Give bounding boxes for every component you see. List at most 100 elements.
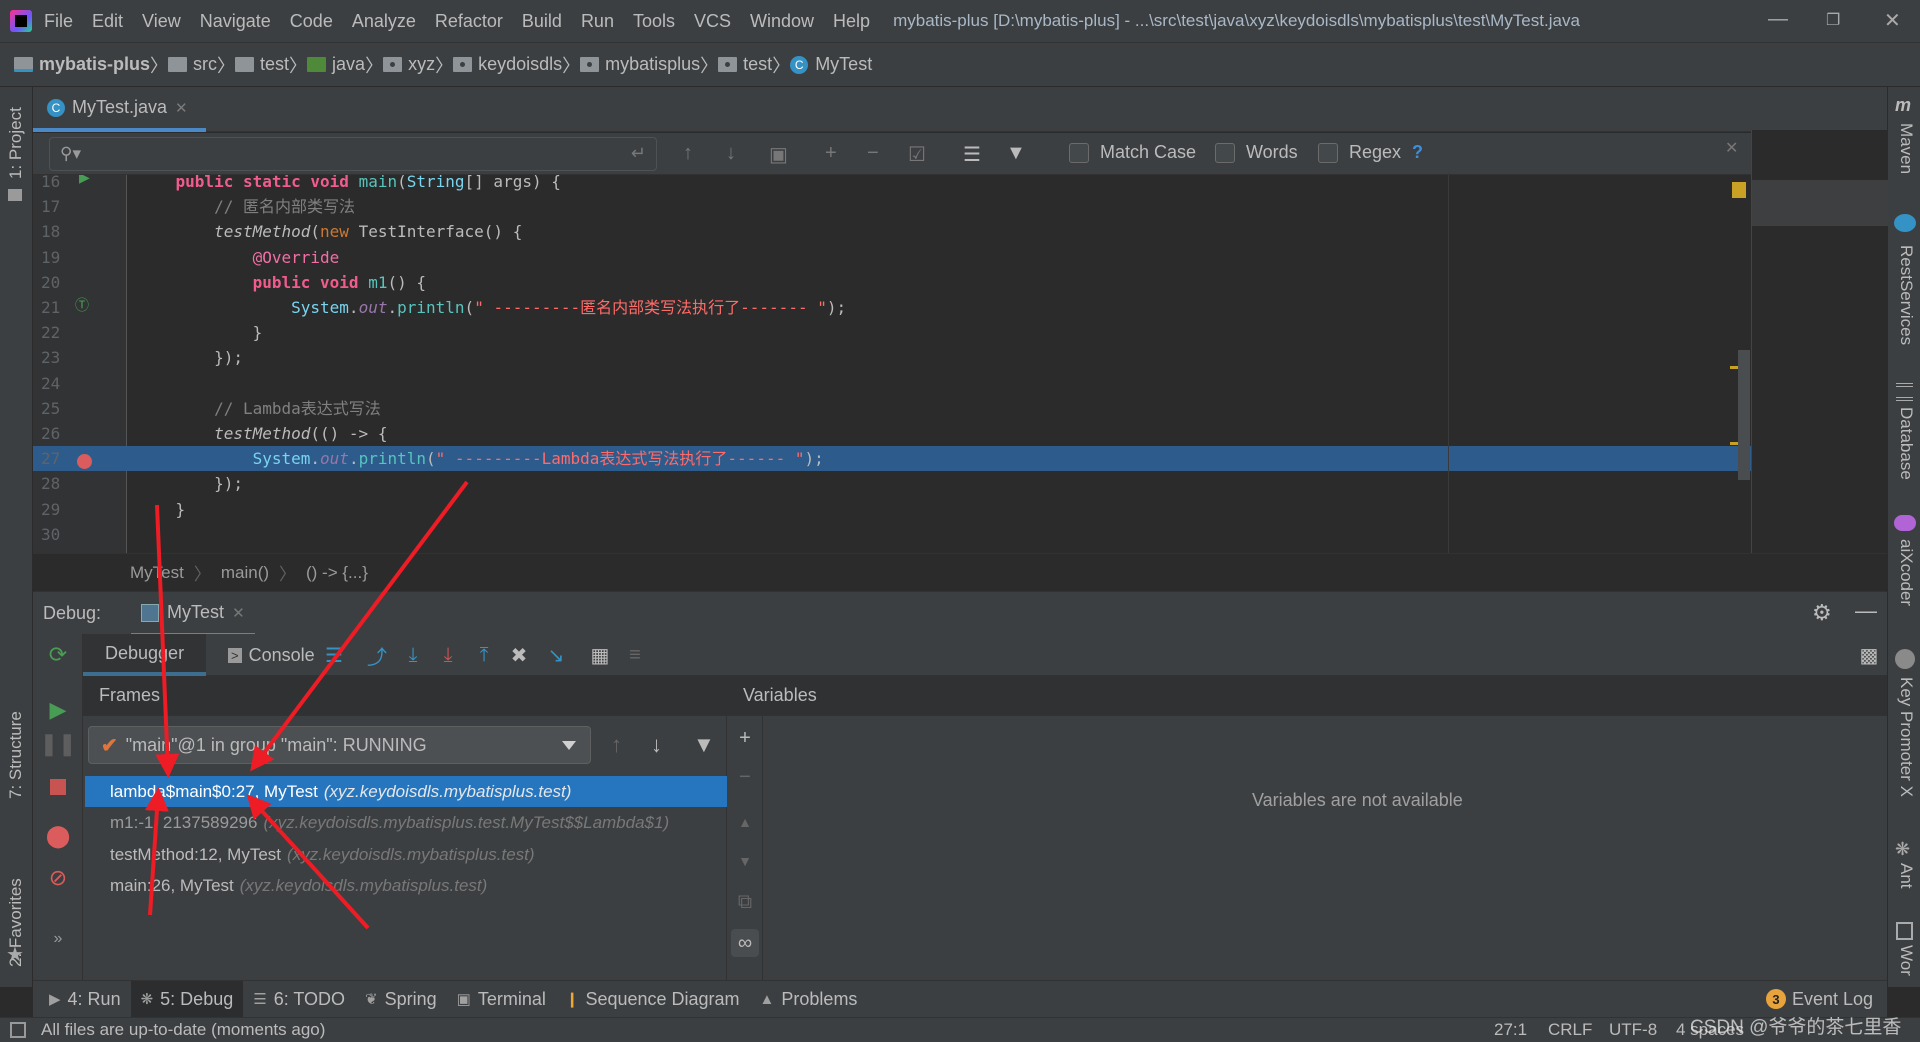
move-watch-up-button[interactable]: ▲	[733, 810, 757, 834]
line-number[interactable]: 25	[41, 396, 71, 421]
filter-icon[interactable]: ▼	[1006, 142, 1026, 165]
search-icon[interactable]: ⚲▾	[60, 144, 81, 164]
remove-occurrence-button[interactable]: −	[867, 142, 879, 165]
breadcrumb-keydoisdls[interactable]: keydoisdls	[453, 54, 562, 75]
filter-options-button[interactable]: ☰	[963, 142, 981, 167]
restore-button[interactable]: ❐	[1826, 10, 1840, 30]
tab-mytest-java[interactable]: C MyTest.java ✕	[33, 87, 206, 132]
next-occurrence-button[interactable]: ↓	[726, 142, 736, 165]
close-find-bar-button[interactable]: ✕	[1725, 138, 1738, 158]
gear-icon[interactable]: ⚙	[1812, 600, 1832, 626]
breadcrumb-java[interactable]: java	[307, 54, 365, 75]
run-to-cursor-button[interactable]: ↘	[545, 644, 567, 667]
code-line[interactable]: 16 public static void main(String[] args…	[33, 175, 1751, 194]
code-line[interactable]: 20 public void m1() {	[33, 270, 1751, 295]
menu-analyze[interactable]: Analyze	[352, 11, 416, 32]
menu-help[interactable]: Help	[833, 11, 870, 32]
line-separator[interactable]: CRLF	[1548, 1020, 1592, 1040]
filter-frames-button[interactable]: ▼	[693, 732, 715, 758]
caret-position[interactable]: 27:1	[1494, 1020, 1527, 1040]
line-number[interactable]: 28	[41, 471, 71, 496]
show-execution-point-button[interactable]: ☰	[323, 644, 345, 667]
aixcoder-tool-button[interactable]: aiXcoder	[1896, 539, 1916, 606]
hide-panel-button[interactable]: —	[1855, 598, 1877, 624]
menu-view[interactable]: View	[142, 11, 181, 32]
code-line[interactable]: 27 System.out.println(" ---------Lambda表…	[33, 446, 1751, 472]
line-number[interactable]: 19	[41, 245, 71, 270]
status-toggle-icon[interactable]	[10, 1022, 26, 1038]
previous-occurrence-button[interactable]: ↑	[683, 142, 693, 165]
menu-navigate[interactable]: Navigate	[200, 11, 271, 32]
menu-refactor[interactable]: Refactor	[435, 11, 503, 32]
line-number[interactable]: 27	[41, 446, 71, 471]
breadcrumb-mybatisplus[interactable]: mybatisplus	[580, 54, 700, 75]
implements-gutter-icon[interactable]: Ⓣ	[75, 295, 89, 315]
line-number[interactable]: 30	[41, 522, 71, 547]
code-line[interactable]: 17 // 匿名内部类写法	[33, 194, 1751, 219]
code-line[interactable]: 18 testMethod(new TestInterface() {	[33, 219, 1751, 244]
line-number[interactable]: 26	[41, 421, 71, 446]
run-tool-button[interactable]: ▶ 4: Run	[39, 981, 131, 1018]
project-tool-button[interactable]: 1: Project	[6, 107, 26, 179]
evaluate-expression-button[interactable]: ▦	[589, 644, 611, 667]
crumb-method[interactable]: main()	[221, 563, 269, 583]
code-minimap[interactable]	[1730, 130, 1888, 553]
stop-debug-button[interactable]	[45, 774, 71, 800]
close-window-button[interactable]: ✕	[1884, 8, 1901, 33]
code-line[interactable]: 30	[33, 522, 1751, 547]
menu-vcs[interactable]: VCS	[694, 11, 731, 32]
breadcrumb-mytest[interactable]: C MyTest	[790, 54, 872, 75]
checkbox-box[interactable]	[1215, 142, 1235, 163]
rerun-button[interactable]: ⟳	[45, 642, 71, 668]
step-into-button[interactable]: ⤓	[402, 644, 424, 666]
sequence-diagram-tool-button[interactable]: ❙ Sequence Diagram	[556, 981, 750, 1018]
regex-help-link[interactable]: ?	[1412, 142, 1423, 163]
restservices-tool-button[interactable]: RestServices	[1896, 245, 1916, 345]
drop-frame-button[interactable]: ✖	[508, 644, 530, 667]
menu-run[interactable]: Run	[581, 11, 614, 32]
line-number[interactable]: 29	[41, 497, 71, 522]
breadcrumb-xyz[interactable]: xyz	[383, 54, 435, 75]
line-number[interactable]: 20	[41, 270, 71, 295]
frame-row[interactable]: testMethod:12, MyTest (xyz.keydoisdls.myb…	[85, 839, 727, 870]
show-watches-toggle[interactable]: ∞	[731, 929, 759, 957]
database-tool-button[interactable]: Database	[1896, 407, 1916, 480]
trace-current-stream-button[interactable]: ≡	[624, 644, 646, 666]
step-over-button[interactable]: ⤴	[366, 644, 388, 669]
menu-file[interactable]: File	[44, 11, 73, 32]
editor-scrollbar[interactable]	[1738, 350, 1750, 480]
menu-code[interactable]: Code	[290, 11, 333, 32]
step-out-button[interactable]: ⤒	[473, 644, 495, 666]
code-line[interactable]: 26 testMethod(() -> {	[33, 421, 1751, 446]
add-occurrence-button[interactable]: +	[825, 142, 837, 165]
code-line[interactable]: 25 // Lambda表达式写法	[33, 396, 1751, 421]
spring-tool-button[interactable]: ❦ Spring	[355, 981, 447, 1018]
todo-tool-button[interactable]: ☰ 6: TODO	[243, 981, 355, 1018]
code-line[interactable]: 19 @Override	[33, 245, 1751, 270]
checkbox-box[interactable]	[1318, 142, 1338, 163]
match-case-checkbox[interactable]: Match Case	[1069, 142, 1196, 163]
view-breakpoints-button[interactable]: ⬤	[45, 823, 71, 849]
word-tool-button[interactable]: Wor	[1896, 945, 1916, 976]
code-line[interactable]: 21 System.out.println(" ---------匿名内部类写法…	[33, 295, 1751, 320]
breadcrumb-test-package[interactable]: test	[718, 54, 772, 75]
close-tab-icon[interactable]: ✕	[175, 99, 188, 117]
frame-row[interactable]: m1:-1, 2137589296 (xyz.keydoisdls.mybatis…	[85, 807, 727, 838]
problems-tool-button[interactable]: ▲ Problems	[750, 981, 868, 1018]
breadcrumb-test[interactable]: test	[235, 54, 289, 75]
pause-button[interactable]: ❚❚	[40, 731, 77, 757]
checkbox-box[interactable]	[1069, 142, 1089, 163]
debug-tool-button[interactable]: ❋ 5: Debug	[130, 980, 244, 1018]
key-promoter-tool-button[interactable]: Key Promoter X	[1896, 677, 1916, 797]
breadcrumb-mybatis-plus[interactable]: mybatis-plus	[14, 54, 150, 75]
previous-frame-button[interactable]: ↑	[611, 732, 622, 758]
thread-select[interactable]: ✔ "main"@1 in group "main": RUNNING	[88, 726, 591, 764]
move-watch-down-button[interactable]: ▼	[733, 849, 757, 873]
line-number[interactable]: 24	[41, 371, 71, 396]
tab-console[interactable]: > Console	[223, 634, 320, 676]
menu-build[interactable]: Build	[522, 11, 562, 32]
more-actions-button[interactable]: »	[45, 926, 71, 952]
ant-tool-button[interactable]: Ant	[1896, 863, 1916, 889]
minimap-viewport[interactable]	[1752, 180, 1888, 226]
regex-checkbox[interactable]: Regex	[1318, 142, 1401, 163]
